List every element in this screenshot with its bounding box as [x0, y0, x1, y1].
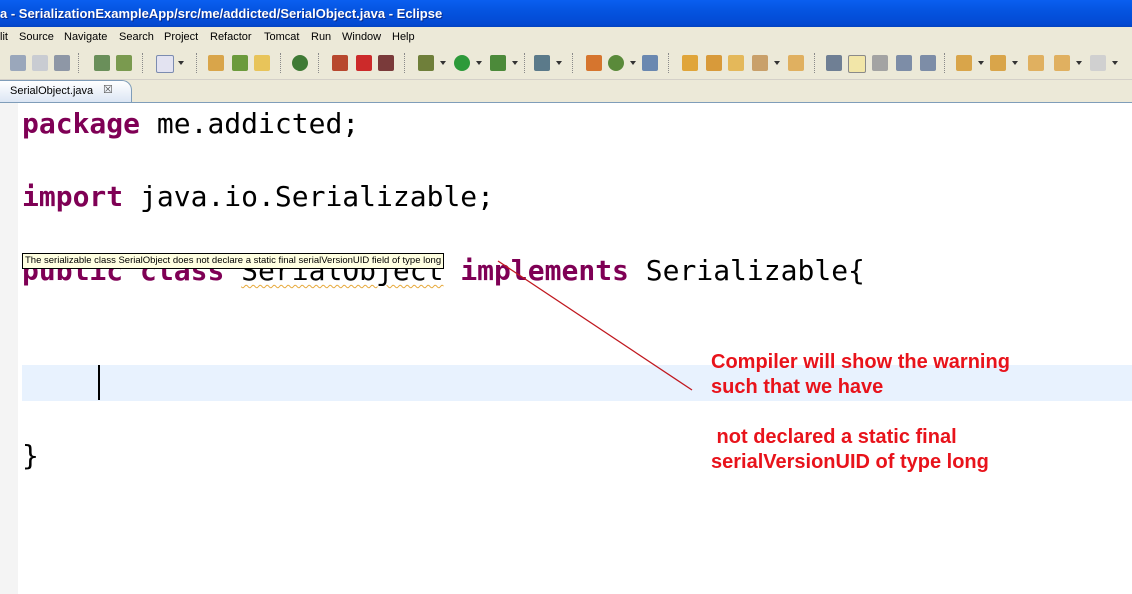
annotation-arrow [497, 260, 693, 391]
annotation-arrow-line [497, 260, 693, 391]
